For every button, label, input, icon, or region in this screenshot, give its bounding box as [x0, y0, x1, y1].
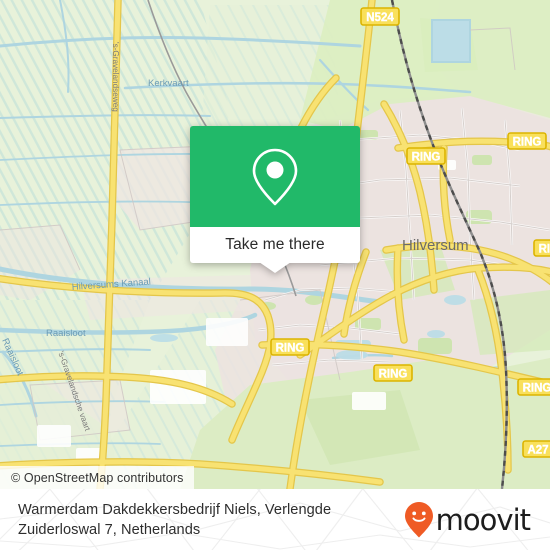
- map-shield-ring-1: RING: [406, 147, 446, 165]
- openstreetmap-attribution[interactable]: © OpenStreetMap contributors: [0, 466, 194, 489]
- map-water-label-raaisloot: Raaisloot: [46, 328, 86, 339]
- moovit-logo[interactable]: moovit: [404, 501, 536, 539]
- take-me-there-label: Take me there: [225, 236, 325, 253]
- callout-icon-panel: [190, 126, 360, 227]
- moovit-map-screenshot: Hilversum Kerkvaart Hilversums Kanaal Ra…: [0, 0, 550, 550]
- take-me-there-button[interactable]: Take me there: [190, 227, 360, 263]
- map-shield-ring-5: RING: [373, 364, 413, 382]
- map-shield-ring-3: RING: [533, 239, 550, 257]
- svg-text:RING: RING: [523, 383, 550, 395]
- map-water-label-kerkvaart: Kerkvaart: [148, 78, 189, 89]
- map-shield-ring-6: RING: [517, 378, 550, 396]
- location-address: Warmerdam Dakdekkersbedrijf Niels, Verle…: [18, 500, 331, 540]
- map-pin-icon: [252, 148, 298, 205]
- map-road-label-gravelandseweg: 's-Gravelandseweg: [111, 42, 120, 112]
- footer-bar: Warmerdam Dakdekkersbedrijf Niels, Verle…: [0, 489, 550, 550]
- moovit-wordmark: moovit: [435, 502, 531, 537]
- svg-text:RING: RING: [513, 137, 542, 149]
- address-line-2: Zuiderloswal 7, Netherlands: [18, 521, 201, 538]
- svg-text:RING: RING: [276, 343, 305, 355]
- map-canvas[interactable]: Hilversum Kerkvaart Hilversums Kanaal Ra…: [0, 0, 550, 489]
- moovit-pin-icon: [404, 501, 433, 537]
- svg-text:N524: N524: [366, 12, 394, 24]
- callout-pointer: [259, 262, 291, 273]
- svg-text:A27: A27: [527, 445, 548, 457]
- take-me-there-callout[interactable]: Take me there: [190, 126, 360, 273]
- map-shield-a27: A27: [522, 440, 550, 458]
- map-label-hilversum: Hilversum: [402, 237, 469, 254]
- svg-text:RING: RING: [539, 244, 550, 256]
- svg-text:RING: RING: [379, 369, 408, 381]
- map-shield-ring-2: RING: [507, 132, 547, 150]
- svg-text:RING: RING: [412, 152, 441, 164]
- attribution-text: © OpenStreetMap contributors: [11, 470, 184, 485]
- map-shield-ring-4: RING: [270, 338, 310, 356]
- map-shield-n524: N524: [360, 7, 400, 26]
- address-line-1: Warmerdam Dakdekkersbedrijf Niels, Verle…: [18, 501, 332, 518]
